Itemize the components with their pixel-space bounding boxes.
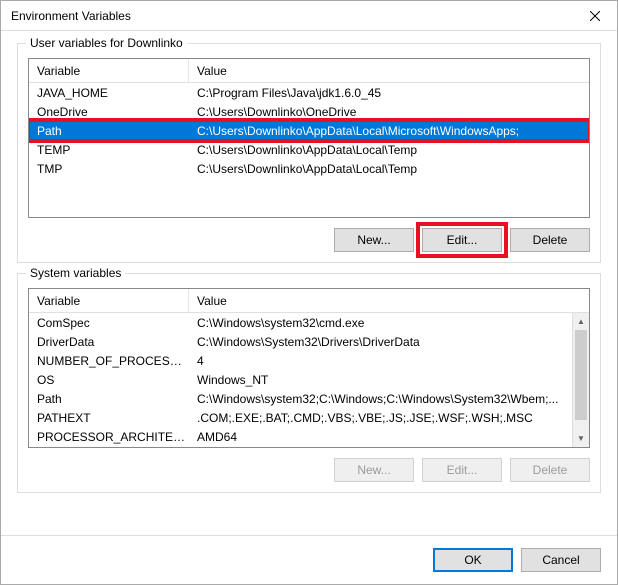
table-row[interactable]: DriverDataC:\Windows\System32\Drivers\Dr… bbox=[29, 332, 572, 351]
scroll-down-arrow-icon[interactable]: ▼ bbox=[573, 430, 589, 447]
user-table-header: Variable Value bbox=[29, 59, 589, 83]
row-value: C:\Users\Downlinko\AppData\Local\Microso… bbox=[189, 124, 589, 138]
user-delete-button[interactable]: Delete bbox=[510, 228, 590, 252]
user-col-variable[interactable]: Variable bbox=[29, 59, 189, 82]
system-col-variable[interactable]: Variable bbox=[29, 289, 189, 312]
row-variable: TEMP bbox=[29, 143, 189, 157]
user-button-row: New... Edit... Delete bbox=[28, 228, 590, 252]
user-group-label: User variables for Downlinko bbox=[26, 36, 187, 50]
table-row[interactable]: NUMBER_OF_PROCESSORS4 bbox=[29, 351, 572, 370]
table-row[interactable]: OneDriveC:\Users\Downlinko\OneDrive bbox=[29, 102, 589, 121]
system-col-value[interactable]: Value bbox=[189, 289, 589, 312]
cancel-button[interactable]: Cancel bbox=[521, 548, 601, 572]
table-row[interactable]: TEMPC:\Users\Downlinko\AppData\Local\Tem… bbox=[29, 140, 589, 159]
system-table-header: Variable Value bbox=[29, 289, 589, 313]
row-variable: JAVA_HOME bbox=[29, 86, 189, 100]
env-variables-dialog: Environment Variables User variables for… bbox=[0, 0, 618, 585]
row-value: .COM;.EXE;.BAT;.CMD;.VBS;.VBE;.JS;.JSE;.… bbox=[189, 411, 572, 425]
titlebar: Environment Variables bbox=[1, 1, 617, 31]
row-variable: OS bbox=[29, 373, 189, 387]
row-value: C:\Program Files\Java\jdk1.6.0_45 bbox=[189, 86, 589, 100]
table-row[interactable]: ComSpecC:\Windows\system32\cmd.exe bbox=[29, 313, 572, 332]
row-value: C:\Users\Downlinko\AppData\Local\Temp bbox=[189, 143, 589, 157]
dialog-footer: OK Cancel bbox=[1, 535, 617, 584]
close-icon bbox=[590, 11, 600, 21]
row-variable: Path bbox=[29, 392, 189, 406]
row-value: C:\Windows\system32\cmd.exe bbox=[189, 316, 572, 330]
user-variables-group: User variables for Downlinko Variable Va… bbox=[17, 43, 601, 263]
row-value: 4 bbox=[189, 354, 572, 368]
dialog-content: User variables for Downlinko Variable Va… bbox=[1, 31, 617, 535]
user-table-body: JAVA_HOMEC:\Program Files\Java\jdk1.6.0_… bbox=[29, 83, 589, 217]
table-row[interactable]: PathC:\Users\Downlinko\AppData\Local\Mic… bbox=[29, 121, 589, 140]
table-row[interactable]: PathC:\Windows\system32;C:\Windows;C:\Wi… bbox=[29, 389, 572, 408]
row-value: C:\Users\Downlinko\OneDrive bbox=[189, 105, 589, 119]
row-variable: DriverData bbox=[29, 335, 189, 349]
row-variable: ComSpec bbox=[29, 316, 189, 330]
user-variables-table[interactable]: Variable Value JAVA_HOMEC:\Program Files… bbox=[28, 58, 590, 218]
system-group-label: System variables bbox=[26, 266, 125, 280]
user-new-button[interactable]: New... bbox=[334, 228, 414, 252]
system-scrollbar[interactable]: ▲ ▼ bbox=[572, 313, 589, 447]
system-variables-group: System variables Variable Value ComSpecC… bbox=[17, 273, 601, 493]
row-variable: OneDrive bbox=[29, 105, 189, 119]
system-new-button[interactable]: New... bbox=[334, 458, 414, 482]
user-col-value[interactable]: Value bbox=[189, 59, 589, 82]
user-edit-button[interactable]: Edit... bbox=[422, 228, 502, 252]
row-variable: PATHEXT bbox=[29, 411, 189, 425]
row-variable: NUMBER_OF_PROCESSORS bbox=[29, 354, 189, 368]
system-button-row: New... Edit... Delete bbox=[28, 458, 590, 482]
table-row[interactable]: JAVA_HOMEC:\Program Files\Java\jdk1.6.0_… bbox=[29, 83, 589, 102]
system-variables-table[interactable]: Variable Value ComSpecC:\Windows\system3… bbox=[28, 288, 590, 448]
row-value: AMD64 bbox=[189, 430, 572, 444]
row-value: Windows_NT bbox=[189, 373, 572, 387]
row-value: C:\Windows\system32;C:\Windows;C:\Window… bbox=[189, 392, 572, 406]
table-row[interactable]: PATHEXT.COM;.EXE;.BAT;.CMD;.VBS;.VBE;.JS… bbox=[29, 408, 572, 427]
row-variable: TMP bbox=[29, 162, 189, 176]
row-value: C:\Users\Downlinko\AppData\Local\Temp bbox=[189, 162, 589, 176]
table-row[interactable]: TMPC:\Users\Downlinko\AppData\Local\Temp bbox=[29, 159, 589, 178]
row-variable: PROCESSOR_ARCHITECTURE bbox=[29, 430, 189, 444]
window-title: Environment Variables bbox=[11, 9, 131, 23]
row-variable: Path bbox=[29, 124, 189, 138]
row-value: C:\Windows\System32\Drivers\DriverData bbox=[189, 335, 572, 349]
scroll-up-arrow-icon[interactable]: ▲ bbox=[573, 313, 589, 330]
system-delete-button[interactable]: Delete bbox=[510, 458, 590, 482]
system-table-body: ComSpecC:\Windows\system32\cmd.exeDriver… bbox=[29, 313, 572, 447]
close-button[interactable] bbox=[572, 1, 617, 30]
system-edit-button[interactable]: Edit... bbox=[422, 458, 502, 482]
table-row[interactable]: PROCESSOR_ARCHITECTUREAMD64 bbox=[29, 427, 572, 446]
scroll-thumb[interactable] bbox=[575, 330, 587, 420]
ok-button[interactable]: OK bbox=[433, 548, 513, 572]
table-row[interactable]: OSWindows_NT bbox=[29, 370, 572, 389]
